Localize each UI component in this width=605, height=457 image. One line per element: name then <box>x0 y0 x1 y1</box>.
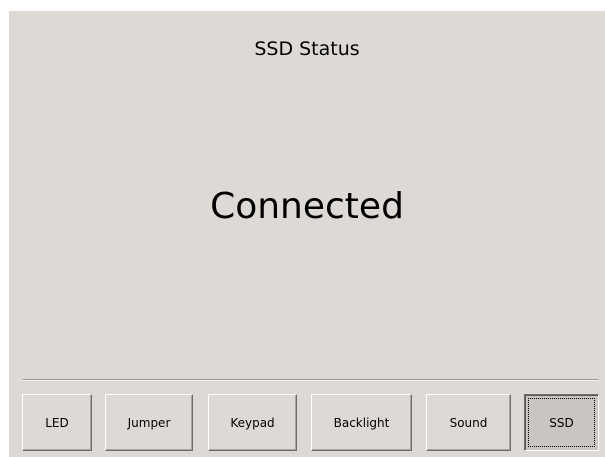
app-window: SSD Status Connected LED Jumper Keypad B… <box>0 0 605 457</box>
page-title: SSD Status <box>254 38 360 60</box>
tab-backlight-inner: Backlight <box>315 398 408 447</box>
tab-ssd-label: SSD <box>549 415 574 430</box>
tab-jumper-label: Jumper <box>127 415 171 430</box>
tab-sound-inner: Sound <box>430 398 507 447</box>
tab-ssd[interactable]: SSD <box>524 394 599 451</box>
ssd-status-panel: SSD Status Connected LED Jumper Keypad B… <box>9 11 605 457</box>
tab-sound-label: Sound <box>449 415 488 430</box>
tab-led[interactable]: LED <box>22 394 92 451</box>
tab-jumper-inner: Jumper <box>109 398 189 447</box>
tab-keypad-label: Keypad <box>230 415 275 430</box>
tab-backlight-label: Backlight <box>333 415 390 430</box>
tab-sound[interactable]: Sound <box>426 394 511 451</box>
separator-line <box>23 379 599 381</box>
tab-keypad-inner: Keypad <box>212 398 293 447</box>
tab-backlight[interactable]: Backlight <box>311 394 412 451</box>
connection-status: Connected <box>210 186 404 227</box>
tab-jumper[interactable]: Jumper <box>105 394 193 451</box>
tab-led-label: LED <box>45 415 69 430</box>
tab-ssd-inner: SSD <box>528 398 595 447</box>
tab-keypad[interactable]: Keypad <box>208 394 297 451</box>
tab-led-inner: LED <box>26 398 88 447</box>
